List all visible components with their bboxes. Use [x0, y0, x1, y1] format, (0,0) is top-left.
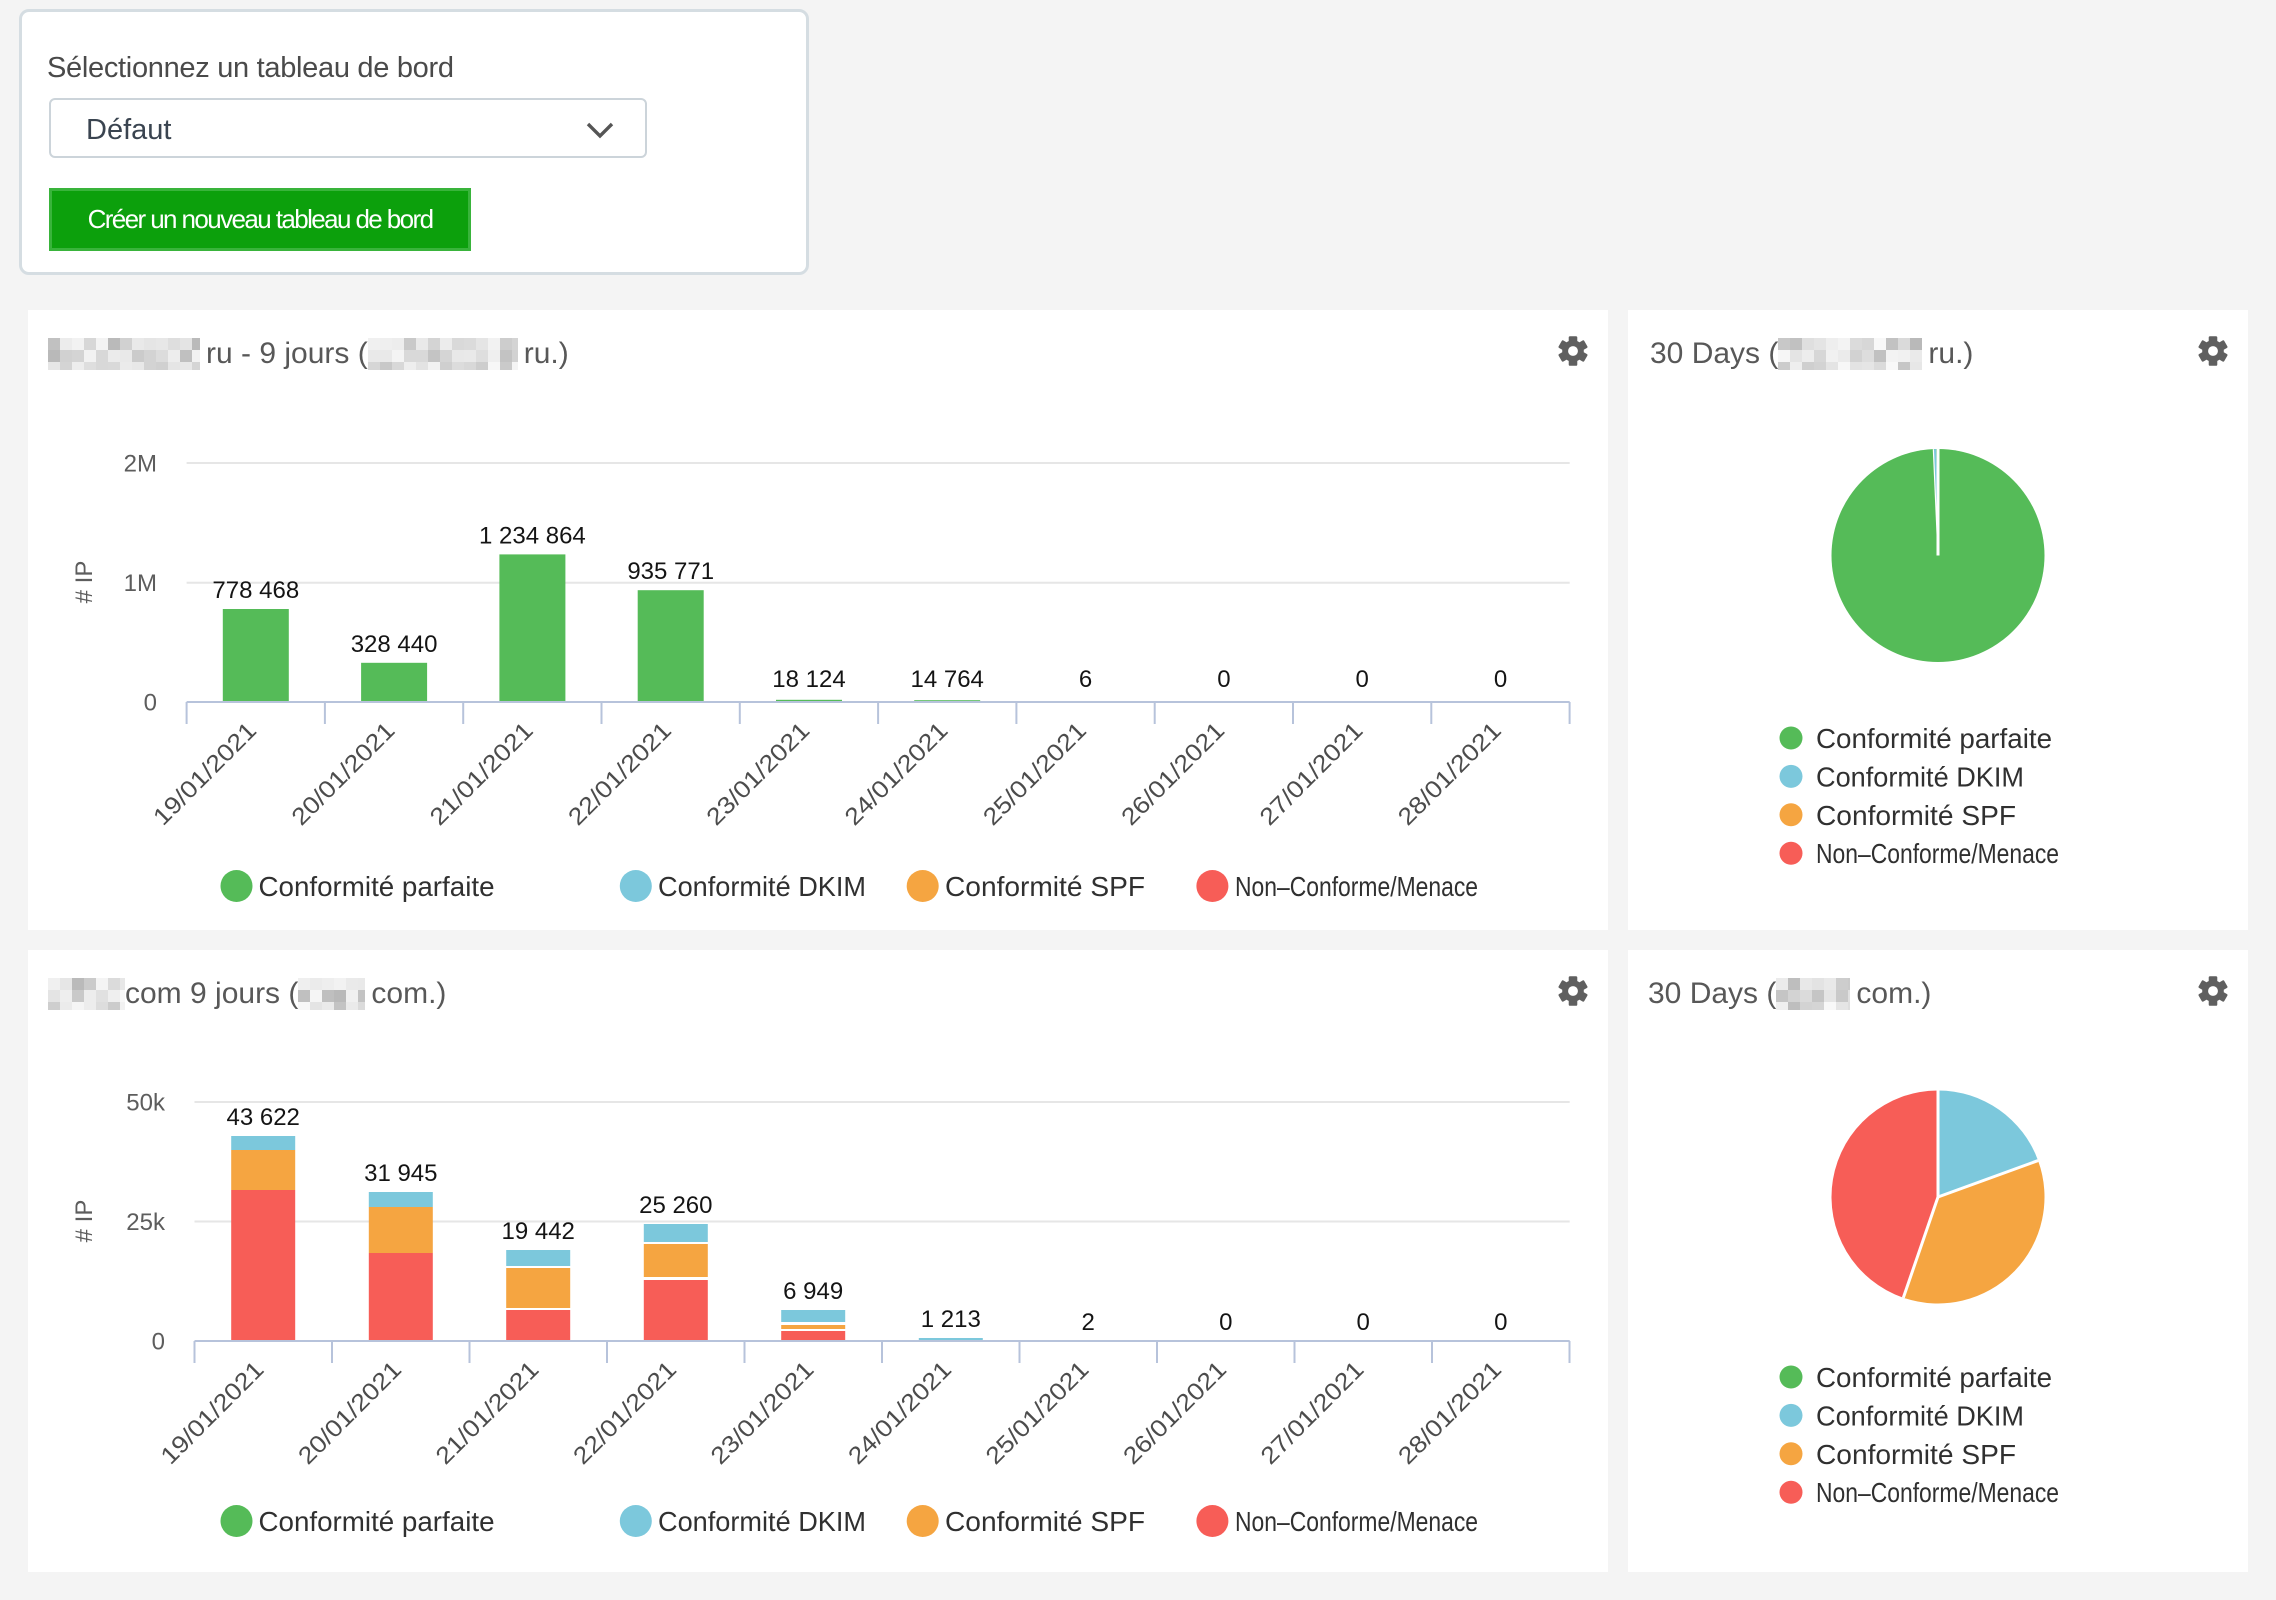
- svg-text:Conformité DKIM: Conformité DKIM: [658, 871, 866, 902]
- svg-text:0: 0: [152, 1329, 165, 1356]
- svg-text:25 260: 25 260: [639, 1192, 712, 1219]
- svg-text:25/01/2021: 25/01/2021: [978, 717, 1092, 831]
- svg-text:778 468: 778 468: [212, 577, 299, 604]
- svg-text:328 440: 328 440: [351, 631, 438, 658]
- svg-text:# IP: # IP: [71, 561, 98, 604]
- svg-text:0: 0: [1356, 666, 1369, 693]
- svg-text:# IP: # IP: [71, 1200, 98, 1243]
- svg-text:1 213: 1 213: [921, 1306, 981, 1333]
- svg-text:0: 0: [144, 690, 157, 717]
- svg-text:Conformité SPF: Conformité SPF: [1816, 800, 2016, 831]
- svg-text:25/01/2021: 25/01/2021: [981, 1356, 1095, 1470]
- svg-text:2: 2: [1082, 1309, 1095, 1336]
- svg-text:23/01/2021: 23/01/2021: [706, 1356, 820, 1470]
- svg-text:20/01/2021: 20/01/2021: [293, 1356, 407, 1470]
- svg-text:50k: 50k: [126, 1090, 166, 1117]
- svg-text:Non–Conforme/Menace: Non–Conforme/Menace: [1235, 1506, 1478, 1537]
- svg-text:21/01/2021: 21/01/2021: [431, 1356, 545, 1470]
- svg-text:Non–Conforme/Menace: Non–Conforme/Menace: [1816, 1477, 2059, 1508]
- svg-text:43 622: 43 622: [226, 1104, 299, 1131]
- svg-text:28/01/2021: 28/01/2021: [1393, 717, 1507, 831]
- svg-text:Non–Conforme/Menace: Non–Conforme/Menace: [1816, 838, 2059, 869]
- svg-text:19/01/2021: 19/01/2021: [156, 1356, 270, 1470]
- svg-text:Conformité SPF: Conformité SPF: [1816, 1439, 2016, 1470]
- svg-text:Conformité parfaite: Conformité parfaite: [1816, 1362, 2052, 1393]
- svg-text:0: 0: [1494, 1309, 1507, 1336]
- svg-text:24/01/2021: 24/01/2021: [843, 1356, 957, 1470]
- svg-text:Conformité parfaite: Conformité parfaite: [259, 871, 495, 902]
- svg-text:Conformité DKIM: Conformité DKIM: [658, 1506, 866, 1537]
- svg-text:31 945: 31 945: [364, 1160, 437, 1187]
- svg-text:27/01/2021: 27/01/2021: [1255, 717, 1369, 831]
- svg-text:26/01/2021: 26/01/2021: [1116, 717, 1230, 831]
- svg-text:Conformité DKIM: Conformité DKIM: [1816, 1400, 2024, 1431]
- svg-text:23/01/2021: 23/01/2021: [701, 717, 815, 831]
- svg-text:0: 0: [1219, 1309, 1232, 1336]
- svg-text:1M: 1M: [124, 570, 157, 597]
- svg-text:28/01/2021: 28/01/2021: [1393, 1356, 1507, 1470]
- svg-text:6: 6: [1079, 666, 1092, 693]
- svg-text:Conformité parfaite: Conformité parfaite: [259, 1506, 495, 1537]
- svg-text:19 442: 19 442: [501, 1218, 574, 1245]
- svg-text:14 764: 14 764: [910, 666, 983, 693]
- svg-text:27/01/2021: 27/01/2021: [1256, 1356, 1370, 1470]
- svg-text:Conformité parfaite: Conformité parfaite: [1816, 723, 2052, 754]
- svg-text:24/01/2021: 24/01/2021: [840, 717, 954, 831]
- svg-text:21/01/2021: 21/01/2021: [425, 717, 539, 831]
- svg-text:0: 0: [1494, 666, 1507, 693]
- svg-text:6 949: 6 949: [783, 1278, 843, 1305]
- svg-text:26/01/2021: 26/01/2021: [1118, 1356, 1232, 1470]
- svg-text:Conformité SPF: Conformité SPF: [945, 871, 1145, 902]
- svg-text:Conformité DKIM: Conformité DKIM: [1816, 761, 2024, 792]
- svg-text:0: 0: [1217, 666, 1230, 693]
- svg-text:0: 0: [1357, 1309, 1370, 1336]
- svg-text:2M: 2M: [124, 451, 157, 478]
- svg-text:Conformité SPF: Conformité SPF: [945, 1506, 1145, 1537]
- svg-text:935 771: 935 771: [627, 558, 714, 585]
- svg-text:22/01/2021: 22/01/2021: [563, 717, 677, 831]
- svg-text:Non–Conforme/Menace: Non–Conforme/Menace: [1235, 871, 1478, 902]
- svg-text:22/01/2021: 22/01/2021: [568, 1356, 682, 1470]
- svg-text:18 124: 18 124: [772, 666, 845, 693]
- svg-text:20/01/2021: 20/01/2021: [286, 717, 400, 831]
- svg-text:19/01/2021: 19/01/2021: [148, 717, 262, 831]
- svg-text:1 234 864: 1 234 864: [479, 522, 586, 549]
- svg-text:25k: 25k: [126, 1209, 166, 1236]
